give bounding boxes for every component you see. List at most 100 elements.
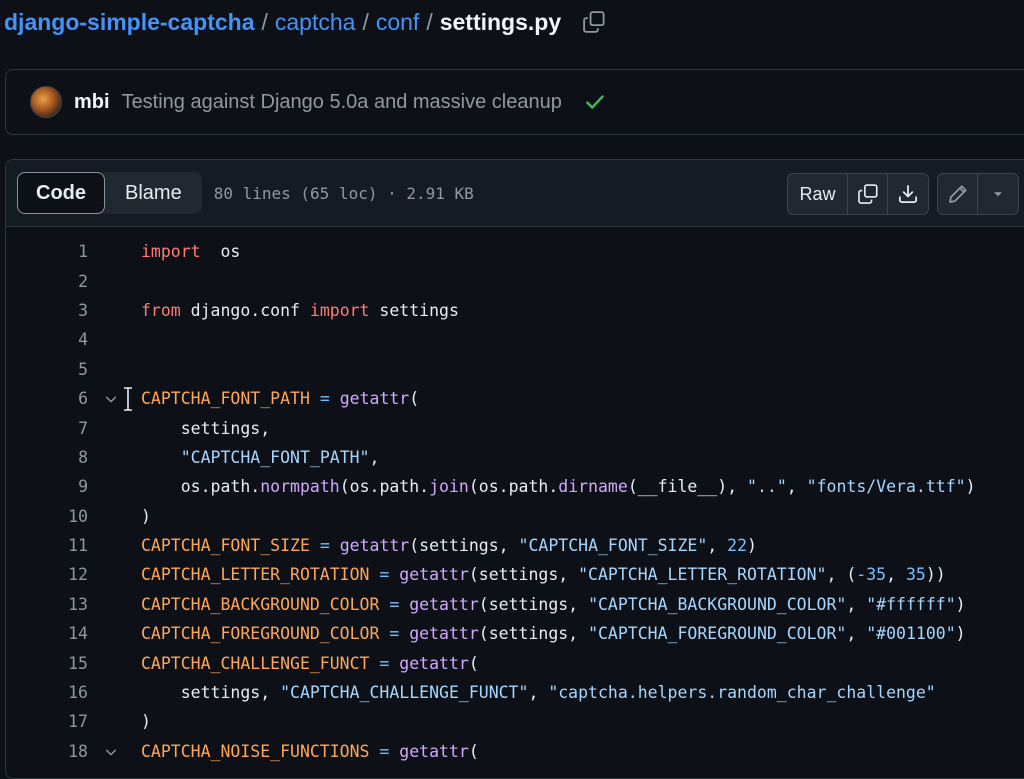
code-line[interactable]: 18 CAPTCHA_NOISE_FUNCTIONS = getattr( [6, 737, 1024, 766]
code-text: CAPTCHA_BACKGROUND_COLOR = getattr(setti… [141, 595, 966, 614]
line-number[interactable]: 4 [28, 330, 88, 349]
chevron-down-icon[interactable] [104, 391, 118, 410]
code-token: ) [141, 506, 151, 526]
line-number[interactable]: 16 [28, 683, 88, 702]
line-number[interactable]: 13 [28, 595, 88, 614]
breadcrumb-captcha-link[interactable]: captcha [275, 9, 356, 36]
code-token: "CAPTCHA_FONT_SIZE" [518, 536, 708, 556]
code-line[interactable]: 13 CAPTCHA_BACKGROUND_COLOR = getattr(set… [6, 590, 1024, 619]
code-token: (settings, [409, 536, 519, 556]
copy-icon [583, 11, 605, 33]
code-token: ( [468, 653, 479, 673]
code-token: CAPTCHA_BACKGROUND_COLOR [141, 594, 380, 614]
line-number[interactable]: 17 [28, 712, 88, 731]
code-line[interactable]: 2 [6, 266, 1024, 295]
code-line[interactable]: 12 CAPTCHA_LETTER_ROTATION = getattr(sett… [6, 560, 1024, 589]
code-token: CAPTCHA_FONT_SIZE [141, 536, 310, 556]
code-token: ) [141, 712, 151, 732]
code-text: ) [141, 712, 151, 731]
code-line[interactable]: 4 [6, 325, 1024, 354]
breadcrumb-repo-link[interactable]: django-simple-captcha [4, 9, 254, 36]
code-line[interactable]: 16 settings, "CAPTCHA_CHALLENGE_FUNCT", … [6, 678, 1024, 707]
code-token: import [141, 242, 201, 262]
code-line[interactable]: 9 os.path.normpath(os.path.join(os.path.… [6, 472, 1024, 501]
line-number[interactable]: 18 [28, 742, 88, 761]
code-token: getattr [399, 741, 469, 761]
line-number[interactable]: 5 [28, 360, 88, 379]
code-line[interactable]: 11 CAPTCHA_FONT_SIZE = getattr(settings, … [6, 531, 1024, 560]
line-number[interactable]: 2 [28, 272, 88, 291]
code-token: "CAPTCHA_FOREGROUND_COLOR" [588, 624, 847, 644]
line-number[interactable]: 11 [28, 536, 88, 555]
code-token: = [389, 624, 400, 644]
code-line[interactable]: 3 from django.conf import settings [6, 296, 1024, 325]
code-line[interactable]: 15 CAPTCHA_CHALLENGE_FUNCT = getattr( [6, 648, 1024, 677]
line-number[interactable]: 8 [28, 448, 88, 467]
line-number[interactable]: 1 [28, 242, 88, 261]
line-number[interactable]: 7 [28, 419, 88, 438]
code-line[interactable]: 1 import os [6, 237, 1024, 266]
breadcrumb-conf-link[interactable]: conf [376, 9, 419, 36]
code-token: import [309, 300, 370, 320]
line-number[interactable]: 12 [28, 565, 88, 584]
code-line[interactable]: 14 CAPTCHA_FOREGROUND_COLOR = getattr(set… [6, 619, 1024, 648]
code-line[interactable]: 17) [6, 707, 1024, 736]
line-number[interactable]: 3 [28, 301, 88, 320]
code-token: ) [955, 624, 966, 644]
file-info: 80 lines (65 loc) · 2.91 KB [213, 183, 474, 203]
code-token: "fonts/Vera.ttf" [806, 477, 966, 497]
avatar[interactable] [30, 86, 62, 118]
code-line[interactable]: 5 [6, 355, 1024, 384]
code-line[interactable]: 7 settings, [6, 413, 1024, 442]
check-icon[interactable] [584, 91, 606, 113]
code-line[interactable]: 6 CAPTCHA_FONT_PATH = getattr( [6, 384, 1024, 413]
commit-message[interactable]: Testing against Django 5.0a and massive … [122, 91, 562, 114]
copy-path-button[interactable] [581, 9, 607, 35]
code-token: 35 [905, 565, 926, 585]
code-token: CAPTCHA_FONT_PATH [141, 389, 310, 409]
code-token: settings, [141, 683, 281, 703]
code-text: ) [141, 507, 151, 526]
copy-icon [857, 184, 878, 204]
tab-code[interactable]: Code [17, 172, 105, 214]
edit-file-button[interactable] [938, 174, 978, 214]
download-button[interactable] [888, 174, 928, 214]
code-token: getattr [399, 565, 469, 585]
code-token: CAPTCHA_NOISE_FUNCTIONS [141, 741, 370, 761]
code-token: getattr [339, 536, 410, 556]
code-text: import os [141, 242, 240, 261]
line-number[interactable]: 15 [28, 654, 88, 673]
code-token: (os.path. [339, 477, 430, 497]
code-token: "CAPTCHA_FONT_PATH" [180, 447, 370, 467]
text-cursor-icon [122, 386, 134, 416]
code-view[interactable]: 1 import os 2 3 from django.conf import sett… [6, 227, 1024, 766]
line-number[interactable]: 6 [28, 389, 88, 408]
breadcrumb-separator: / [261, 8, 268, 35]
code-token: = [319, 536, 330, 556]
raw-button[interactable]: Raw [788, 174, 848, 214]
chevron-down-icon[interactable] [104, 744, 118, 763]
code-line[interactable]: 10) [6, 502, 1024, 531]
code-token: "#ffffff" [866, 594, 956, 614]
commit-author[interactable]: mbi [74, 91, 110, 114]
code-token: getattr [409, 594, 479, 614]
code-token: ) [965, 477, 976, 497]
copy-raw-button[interactable] [848, 174, 888, 214]
line-number[interactable]: 14 [28, 624, 88, 643]
code-text: settings, [141, 419, 270, 438]
line-number[interactable]: 10 [28, 507, 88, 526]
line-number[interactable]: 9 [28, 477, 88, 496]
code-token: ) [955, 594, 966, 614]
tab-blame[interactable]: Blame [105, 172, 202, 214]
code-token: "CAPTCHA_CHALLENGE_FUNCT" [280, 683, 529, 703]
more-edit-options-button[interactable] [978, 174, 1018, 214]
code-line[interactable]: 8 "CAPTCHA_FONT_PATH", [6, 443, 1024, 472]
